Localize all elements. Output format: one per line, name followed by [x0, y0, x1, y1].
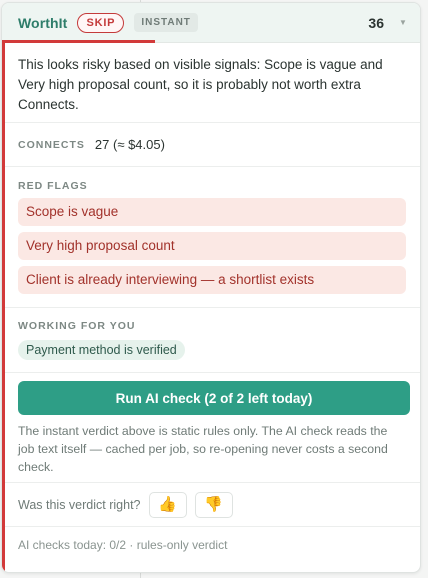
- score-progress-bar: [2, 40, 155, 43]
- positive-signal-pill: Payment method is verified: [18, 340, 185, 360]
- brand-name: WorthIt: [18, 14, 68, 31]
- thumbs-up-icon: 👍: [158, 495, 177, 513]
- connects-label: CONNECTS: [18, 138, 85, 151]
- mode-badge: INSTANT: [134, 13, 198, 32]
- red-flag-item: Scope is vague: [18, 198, 406, 226]
- verdict-summary: This looks risky based on visible signal…: [2, 43, 420, 123]
- thumbs-down-icon: 👎: [204, 495, 223, 513]
- red-flags-label: RED FLAGS: [18, 180, 88, 192]
- feedback-row: Was this verdict right? 👍 👎: [2, 483, 420, 527]
- thumbs-up-button[interactable]: 👍: [148, 491, 187, 518]
- usage-footer: AI checks today: 0/2 · rules-only verdic…: [18, 538, 228, 552]
- connects-row: CONNECTS 27 (≈ $4.05): [2, 123, 420, 167]
- run-ai-check-button[interactable]: Run AI check (2 of 2 left today): [18, 381, 410, 415]
- worthit-panel: WorthIt SKIP INSTANT 36 ▼ This looks ris…: [1, 2, 421, 573]
- score-value: 36: [368, 14, 384, 31]
- thumbs-down-button[interactable]: 👎: [194, 491, 233, 518]
- connects-value: 27 (≈ $4.05): [94, 137, 165, 152]
- verdict-badge: SKIP: [77, 12, 125, 33]
- working-for-you-label: WORKING FOR YOU: [18, 320, 136, 332]
- panel-header[interactable]: WorthIt SKIP INSTANT 36 ▼: [2, 3, 420, 43]
- ai-check-note: The instant verdict above is static rule…: [18, 424, 388, 474]
- ai-check-section: Run AI check (2 of 2 left today) The ins…: [2, 373, 420, 483]
- feedback-question: Was this verdict right?: [18, 497, 141, 512]
- red-flag-item: Very high proposal count: [18, 232, 406, 260]
- red-flag-item: Client is already interviewing — a short…: [18, 266, 406, 294]
- red-flags-section: RED FLAGS Scope is vague Very high propo…: [2, 167, 420, 308]
- chevron-down-icon[interactable]: ▼: [398, 18, 408, 27]
- risk-accent-bar: [2, 43, 5, 572]
- working-for-you-section: WORKING FOR YOU Payment method is verifi…: [2, 308, 420, 373]
